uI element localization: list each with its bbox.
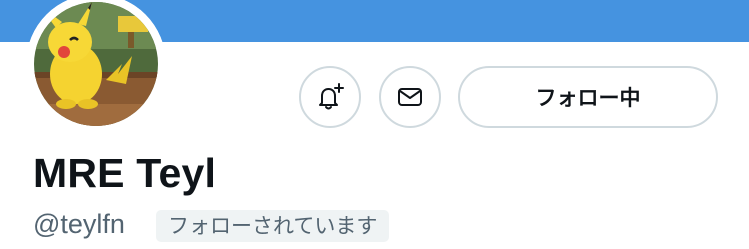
avatar-image [26, 0, 166, 134]
display-name: MRE Teyl [33, 150, 217, 196]
profile-header: フォロー中 MRE Teyl @teylfn フォローされています [0, 0, 749, 249]
following-button[interactable]: フォロー中 [458, 66, 718, 128]
username-handle: @teylfn [33, 209, 125, 239]
notify-button[interactable] [299, 66, 361, 128]
message-button[interactable] [379, 66, 441, 128]
following-button-label: フォロー中 [535, 86, 641, 110]
follows-you-badge: フォローされています [156, 210, 390, 242]
bell-plus-icon [319, 83, 344, 110]
envelope-icon [398, 88, 422, 106]
avatar[interactable] [26, 0, 166, 134]
